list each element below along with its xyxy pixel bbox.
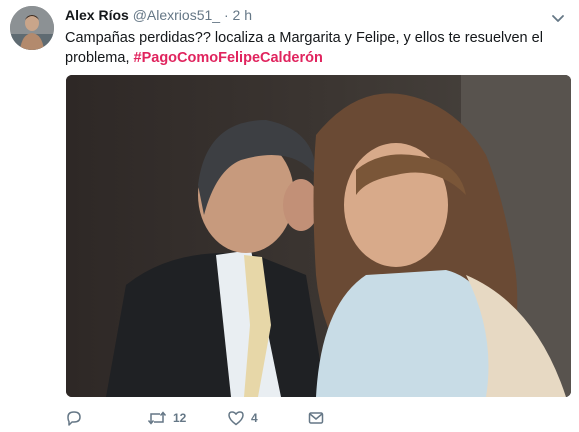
chevron-down-icon[interactable] — [551, 10, 565, 22]
retweet-count: 12 — [173, 411, 187, 425]
author-name[interactable]: Alex Ríos — [65, 7, 129, 23]
reply-icon — [65, 409, 83, 427]
message-icon — [307, 409, 325, 427]
tweet-photo[interactable] — [66, 75, 571, 397]
tweet-header: Alex Ríos @Alexrios51_ · 2 h — [65, 6, 252, 24]
direct-message-button[interactable] — [307, 406, 325, 430]
like-count: 4 — [251, 411, 258, 425]
tweet-actions: 12 4 — [65, 406, 525, 430]
separator-dot: · — [223, 7, 229, 23]
author-handle[interactable]: @Alexrios51_ — [133, 7, 220, 23]
heart-icon — [227, 409, 245, 427]
avatar[interactable] — [10, 6, 54, 50]
like-button[interactable]: 4 — [227, 406, 258, 430]
tweet-timestamp[interactable]: 2 h — [233, 7, 252, 23]
hashtag-link[interactable]: #PagoComoFelipeCalderón — [134, 50, 323, 66]
retweet-button[interactable]: 12 — [147, 406, 186, 430]
reply-button[interactable] — [65, 406, 89, 430]
retweet-icon — [147, 409, 167, 427]
tweet-text: Campañas perdidas?? localiza a Margarita… — [65, 28, 565, 68]
